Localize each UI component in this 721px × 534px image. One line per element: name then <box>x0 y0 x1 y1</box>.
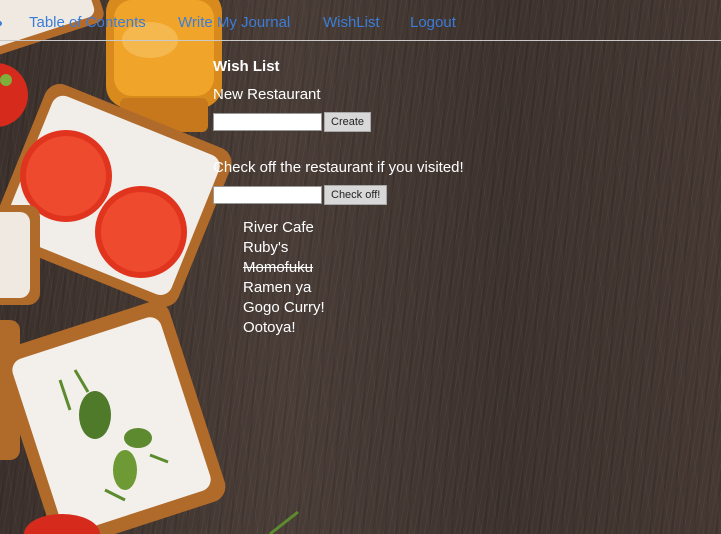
nav-write-my-journal-link[interactable]: Write My Journal <box>178 14 290 32</box>
new-restaurant-label: New Restaurant <box>213 86 321 103</box>
create-form: Create <box>213 112 464 132</box>
nav-bullet-icon <box>0 21 2 26</box>
nav-wishlist-link[interactable]: WishList <box>323 14 380 32</box>
restaurant-item: River Cafe <box>243 219 314 236</box>
check-off-label: Check off the restaurant if you visited! <box>213 159 464 176</box>
restaurant-item: Ootoya! <box>243 319 296 336</box>
top-navigation: Table of Contents Write My Journal WishL… <box>0 0 721 41</box>
check-off-input[interactable] <box>213 186 322 204</box>
new-restaurant-input[interactable] <box>213 113 322 131</box>
restaurant-item: Ruby's <box>243 239 289 256</box>
restaurant-item: Ramen ya <box>243 279 312 296</box>
restaurant-list: River Cafe Ruby's Momofuku Ramen ya Gogo… <box>243 218 464 338</box>
check-off-button[interactable]: Check off! <box>324 185 388 205</box>
nav-table-of-contents-link[interactable]: Table of Contents <box>29 14 146 32</box>
restaurant-item: Gogo Curry! <box>243 299 325 316</box>
wishlist-section: Wish List New Restaurant Create Check of… <box>213 58 464 338</box>
page-title: Wish List <box>213 58 280 75</box>
restaurant-item-visited: Momofuku <box>243 259 314 276</box>
create-button[interactable]: Create <box>324 112 372 132</box>
nav-logout-link[interactable]: Logout <box>410 14 456 32</box>
check-off-form: Check off! <box>213 185 464 205</box>
